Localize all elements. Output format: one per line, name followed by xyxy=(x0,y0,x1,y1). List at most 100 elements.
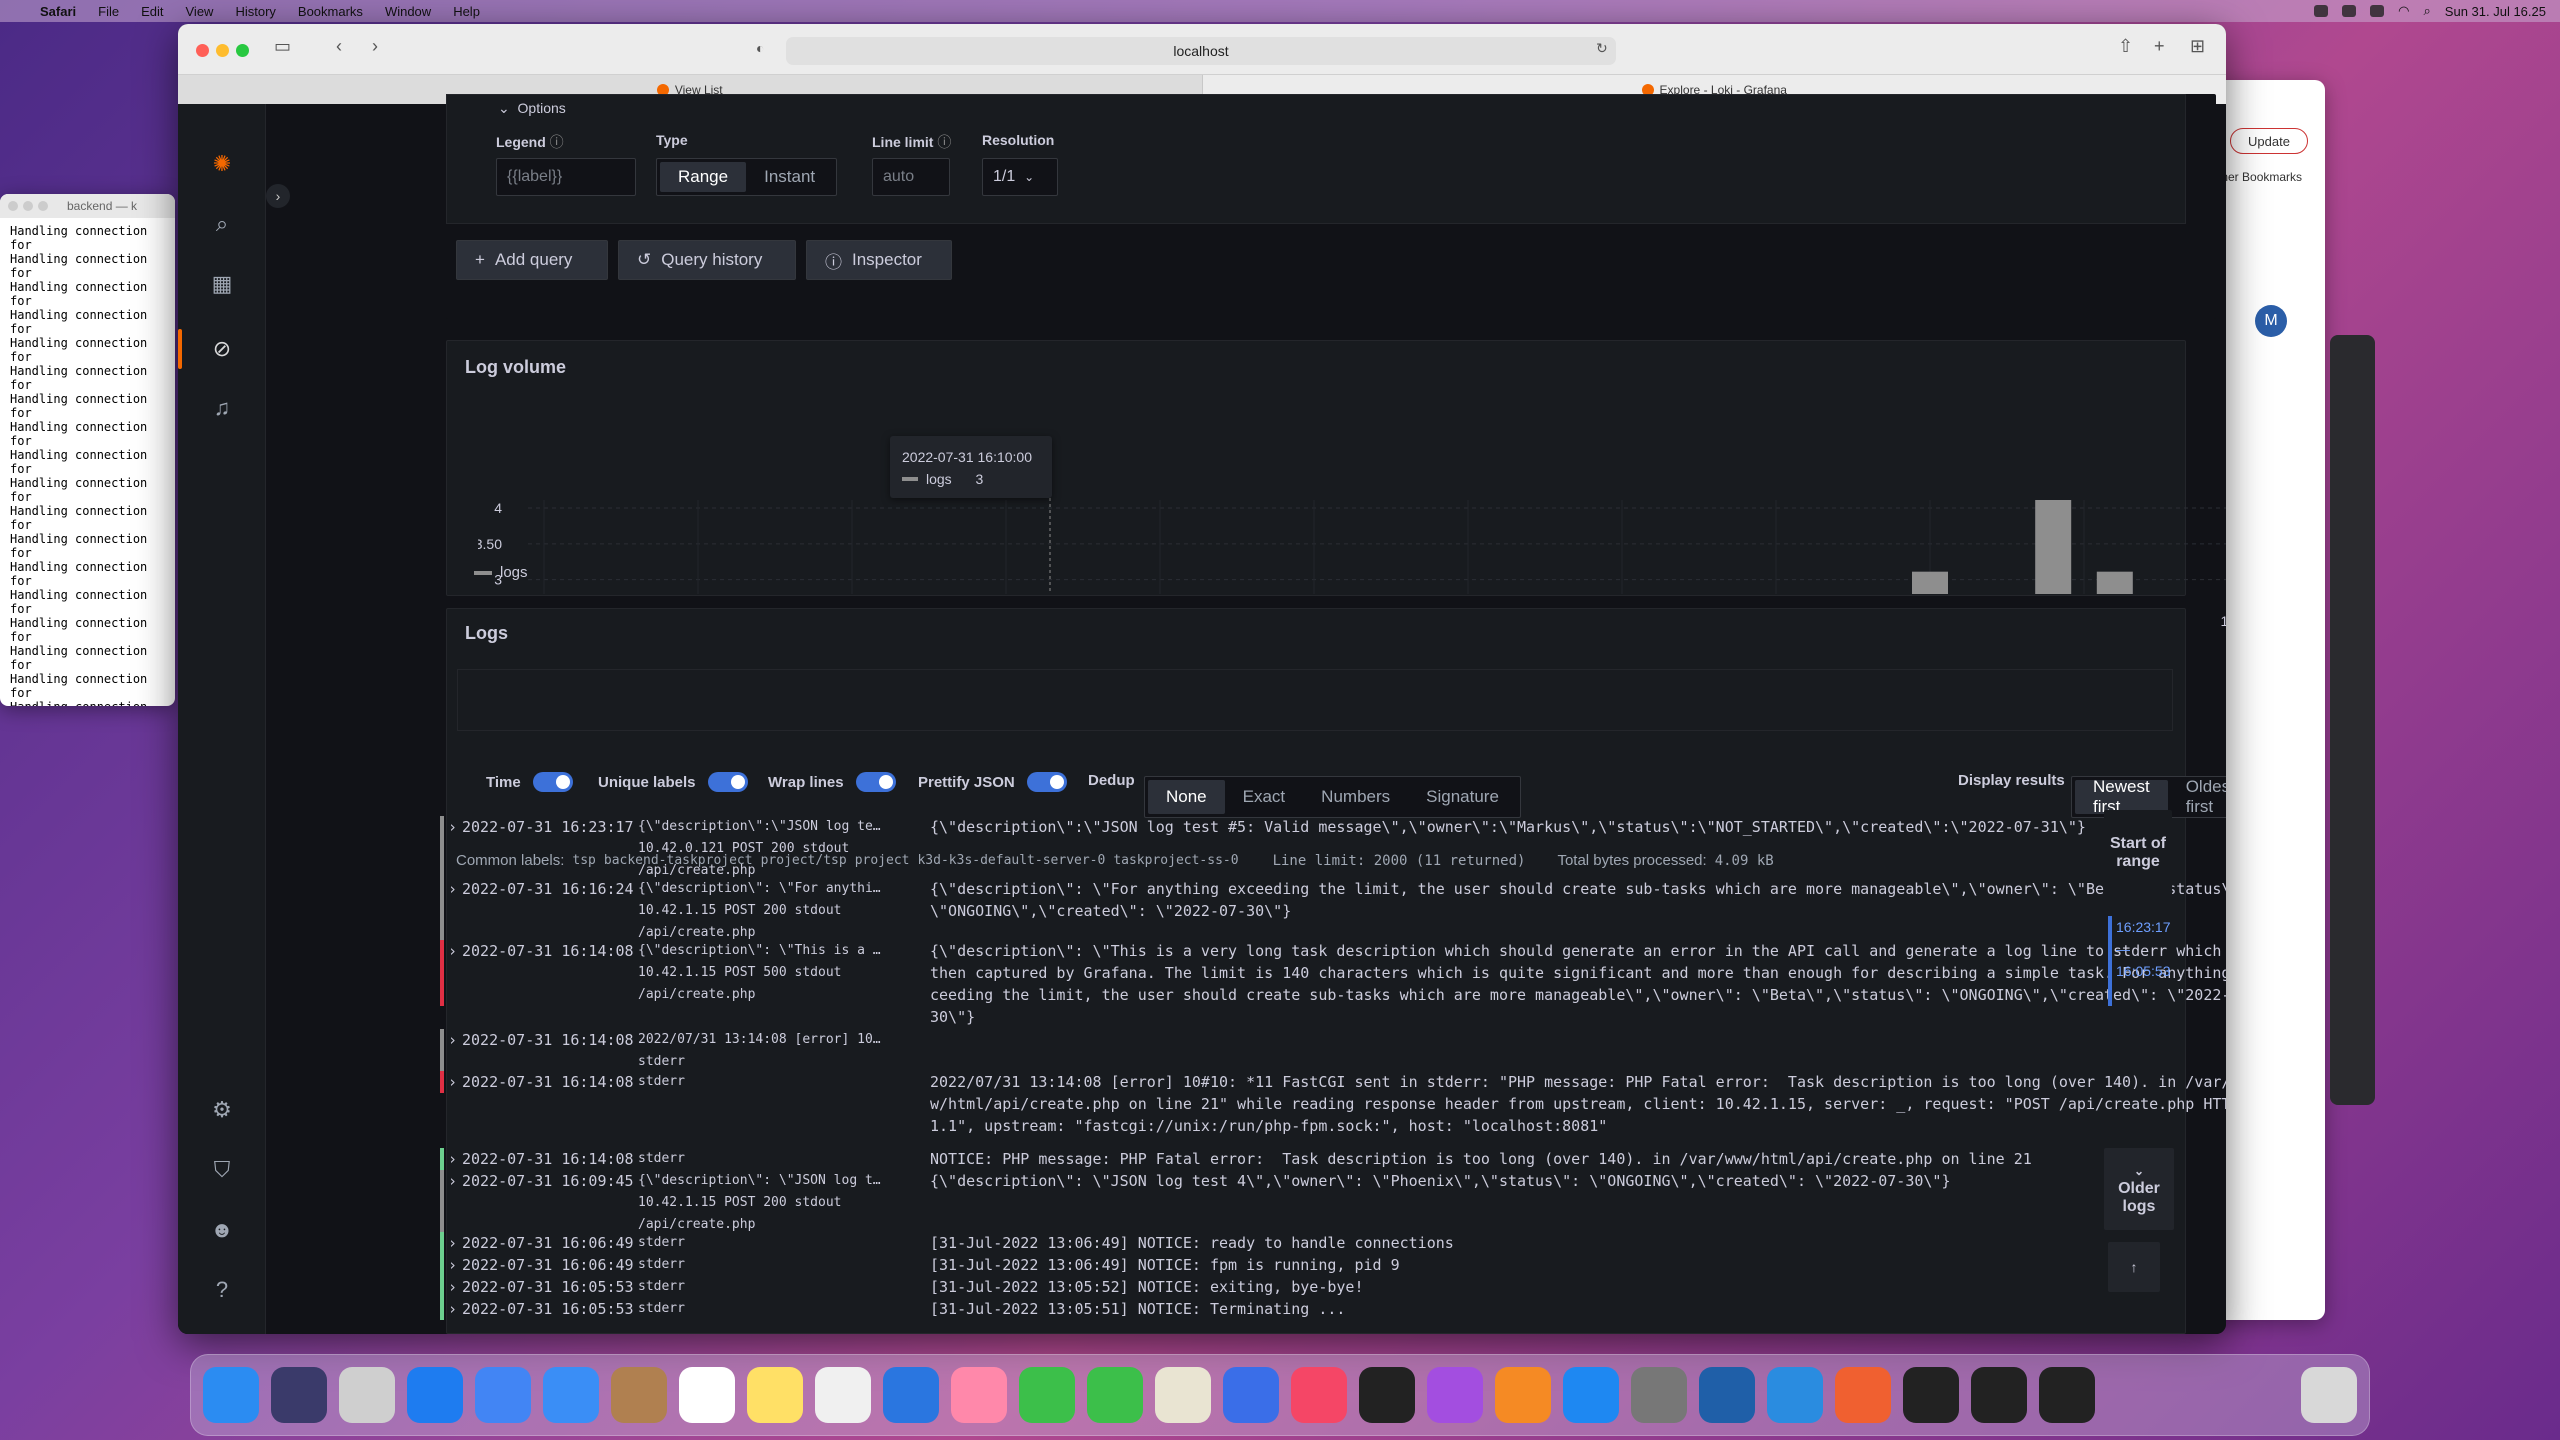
activity-monitor-icon[interactable] xyxy=(2039,1367,2095,1423)
forward-icon[interactable]: › xyxy=(372,36,378,57)
info-icon[interactable]: ⓘ xyxy=(937,134,951,150)
sidebar-toggle-icon[interactable]: ▭ xyxy=(274,36,291,57)
books-icon[interactable] xyxy=(1495,1367,1551,1423)
notes-icon[interactable] xyxy=(747,1367,803,1423)
configuration-gear-icon[interactable]: ⚙ xyxy=(206,1094,238,1126)
facetime-icon[interactable] xyxy=(1087,1367,1143,1423)
vscode-icon[interactable] xyxy=(1699,1367,1755,1423)
music-icon[interactable] xyxy=(1291,1367,1347,1423)
menu-edit[interactable]: Edit xyxy=(141,4,163,19)
wifi-icon[interactable]: ◠ xyxy=(2398,3,2409,19)
time-toggle[interactable]: Time xyxy=(486,772,573,792)
prettify-json-switch[interactable] xyxy=(1026,772,1067,792)
menu-history[interactable]: History xyxy=(235,4,275,19)
xcode-icon[interactable] xyxy=(1767,1367,1823,1423)
older-logs-button[interactable]: ⌄ Older logs xyxy=(2104,1148,2174,1230)
chevron-right-icon[interactable]: › xyxy=(448,1276,457,1298)
chevron-right-icon[interactable]: › xyxy=(448,1029,457,1051)
battery-icon[interactable] xyxy=(2370,5,2385,17)
photos-icon[interactable] xyxy=(951,1367,1007,1423)
new-tab-icon[interactable]: + xyxy=(2154,36,2165,57)
reload-icon[interactable]: ↻ xyxy=(1596,40,1608,57)
tab-overview-icon[interactable]: ⊞ xyxy=(2190,36,2205,57)
chevron-right-icon[interactable]: › xyxy=(448,1254,457,1276)
options-toggle[interactable]: ⌄ Options xyxy=(498,100,566,117)
dashboards-icon[interactable]: ▦ xyxy=(206,268,238,300)
search-icon[interactable]: ⌕ xyxy=(206,208,238,240)
safari-icon[interactable] xyxy=(407,1367,463,1423)
server-admin-shield-icon[interactable]: ⛉ xyxy=(206,1154,238,1186)
podcasts-icon[interactable] xyxy=(1427,1367,1483,1423)
search-icon[interactable]: ⌕ xyxy=(2424,3,2431,19)
prettify-json-toggle[interactable]: Prettify JSON xyxy=(918,772,1067,792)
maps-icon[interactable] xyxy=(883,1367,939,1423)
trash-icon[interactable] xyxy=(2301,1367,2357,1423)
update-button[interactable]: Update xyxy=(2230,128,2308,154)
address-bar[interactable]: localhost xyxy=(786,37,1616,65)
dedup-signature[interactable]: Signature xyxy=(1408,780,1517,814)
preview-icon[interactable] xyxy=(1155,1367,1211,1423)
avatar[interactable]: M xyxy=(2255,305,2287,337)
chrome-icon[interactable] xyxy=(475,1367,531,1423)
system-preferences-icon[interactable] xyxy=(1631,1367,1687,1423)
time-switch[interactable] xyxy=(532,772,573,792)
order-newest-first[interactable]: Newest first xyxy=(2075,777,2168,816)
chevron-right-icon[interactable]: › xyxy=(448,1071,457,1093)
back-icon[interactable]: ‹ xyxy=(336,36,342,57)
order-oldest-first[interactable]: Oldest first xyxy=(2168,777,2226,816)
legend-input[interactable]: {{label}} xyxy=(496,158,636,196)
grafana-logo-icon[interactable]: ✺ xyxy=(206,148,238,180)
unique-labels-switch[interactable] xyxy=(707,772,748,792)
info-icon[interactable]: ⓘ xyxy=(550,134,564,150)
zoom-window-button[interactable] xyxy=(236,44,249,57)
query-history-button[interactable]: ↺ Query history xyxy=(618,240,796,280)
user-avatar-icon[interactable]: ☻ xyxy=(206,1214,238,1246)
terminal-icon[interactable] xyxy=(1903,1367,1959,1423)
menubar-clock[interactable]: Sun 31. Jul 16.25 xyxy=(2445,4,2546,19)
siri-icon[interactable] xyxy=(271,1367,327,1423)
status-icon[interactable] xyxy=(2314,5,2329,17)
minimize-window-button[interactable] xyxy=(216,44,229,57)
chevron-right-icon[interactable]: › xyxy=(448,1170,457,1192)
status-icon[interactable] xyxy=(2342,5,2357,17)
menu-window[interactable]: Window xyxy=(385,4,431,19)
chevron-right-icon[interactable]: › xyxy=(448,816,457,838)
wrap-lines-toggle[interactable]: Wrap lines xyxy=(768,772,896,792)
chevron-right-icon[interactable]: › xyxy=(448,1232,457,1254)
chevron-right-icon[interactable]: › xyxy=(448,1298,457,1320)
inspector-button[interactable]: ⓘ Inspector xyxy=(806,240,952,280)
apple-tv-icon[interactable] xyxy=(1359,1367,1415,1423)
dedup-none[interactable]: None xyxy=(1148,780,1225,814)
alerting-bell-icon[interactable]: ♫ xyxy=(206,392,238,424)
type-instant-option[interactable]: Instant xyxy=(746,162,833,192)
calendar-icon[interactable] xyxy=(679,1367,735,1423)
menu-app-name[interactable]: Safari xyxy=(40,4,76,19)
chevron-right-icon[interactable]: › xyxy=(448,940,457,962)
messages-icon[interactable] xyxy=(1019,1367,1075,1423)
launchpad-icon[interactable] xyxy=(339,1367,395,1423)
shield-icon[interactable]: ◐ xyxy=(756,40,764,56)
github-icon[interactable] xyxy=(1971,1367,2027,1423)
reminders-icon[interactable] xyxy=(815,1367,871,1423)
explore-compass-icon[interactable]: ⊘ xyxy=(206,333,238,365)
terminal-window[interactable]: backend — k Handling connection for Handl… xyxy=(0,194,175,706)
menu-view[interactable]: View xyxy=(186,4,214,19)
close-window-button[interactable] xyxy=(196,44,209,57)
sidenav-expand-button[interactable]: › xyxy=(266,184,290,208)
contacts-icon[interactable] xyxy=(611,1367,667,1423)
dedup-numbers[interactable]: Numbers xyxy=(1303,780,1408,814)
finder-icon[interactable] xyxy=(203,1367,259,1423)
start-of-range-button[interactable]: Start of range xyxy=(2104,810,2172,896)
chevron-right-icon[interactable]: › xyxy=(448,878,457,900)
menu-file[interactable]: File xyxy=(98,4,119,19)
numbers-icon[interactable] xyxy=(1223,1367,1279,1423)
chevron-right-icon[interactable]: › xyxy=(448,1148,457,1170)
resolution-select[interactable]: 1/1 ⌄ xyxy=(982,158,1058,196)
add-query-button[interactable]: + Add query xyxy=(456,240,608,280)
wrap-lines-switch[interactable] xyxy=(855,772,896,792)
menu-help[interactable]: Help xyxy=(453,4,480,19)
chart-legend[interactable]: logs xyxy=(474,564,528,581)
sublime-icon[interactable] xyxy=(1835,1367,1891,1423)
menu-bookmarks[interactable]: Bookmarks xyxy=(298,4,363,19)
unique-labels-toggle[interactable]: Unique labels xyxy=(598,772,748,792)
